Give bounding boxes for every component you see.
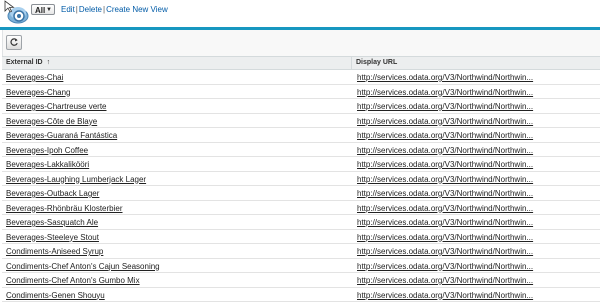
display-url-link[interactable]: http://services.odata.org/V3/Northwind/N… — [357, 146, 533, 155]
create-new-view-link[interactable]: Create New View — [106, 5, 168, 14]
display-url-link[interactable]: http://services.odata.org/V3/Northwind/N… — [357, 160, 533, 169]
table-row: Beverages-Rhönbräu Klosterbier http://ser… — [2, 201, 600, 216]
display-url-link[interactable]: http://services.odata.org/V3/Northwind/N… — [357, 88, 533, 97]
external-id-link[interactable]: Beverages-Ipoh Coffee — [6, 146, 88, 155]
delete-view-link[interactable]: Delete — [79, 5, 102, 14]
view-actions: Edit|Delete|Create New View — [61, 5, 168, 15]
external-id-link[interactable]: Beverages-Laughing Lumberjack Lager — [6, 175, 146, 184]
external-id-link[interactable]: Beverages-Chang — [6, 88, 70, 97]
table-row: Beverages-Chartreuse verte http://service… — [2, 99, 600, 114]
table-row: Condiments-Chef Anton's Gumbo Mix http://… — [2, 273, 600, 288]
external-id-link[interactable]: Beverages-Chartreuse verte — [6, 102, 107, 111]
display-url-link[interactable]: http://services.odata.org/V3/Northwind/N… — [357, 218, 533, 227]
edit-view-link[interactable]: Edit — [61, 5, 75, 14]
table-row: Beverages-Guaraná Fantástica http://servi… — [2, 128, 600, 143]
chevron-down-icon: ▼ — [46, 5, 52, 16]
external-id-link[interactable]: Condiments-Genen Shouyu — [6, 291, 105, 300]
external-id-link[interactable]: Condiments-Aniseed Syrup — [6, 247, 103, 256]
table-row: Beverages-Steeleye Stout http://services.… — [2, 230, 600, 245]
view-select-value: All — [35, 6, 45, 15]
display-url-link[interactable]: http://services.odata.org/V3/Northwind/N… — [357, 117, 533, 126]
external-id-link[interactable]: Beverages-Outback Lager — [6, 189, 99, 198]
refresh-icon — [9, 37, 19, 49]
list-view-toolbar: All ▼ Edit|Delete|Create New View — [0, 0, 600, 27]
external-id-link[interactable]: Beverages-Lakkalikööri — [6, 160, 89, 169]
sort-ascending-icon: ↑ — [47, 59, 51, 66]
table-body: Beverages-Chai http://services.odata.org/… — [2, 70, 600, 302]
view-select-dropdown[interactable]: All ▼ — [31, 4, 55, 15]
display-url-link[interactable]: http://services.odata.org/V3/Northwind/N… — [357, 73, 533, 82]
table-row: Condiments-Genen Shouyu http://services.o… — [2, 288, 600, 302]
table-row: Beverages-Laughing Lumberjack Lager http:… — [2, 172, 600, 187]
display-url-link[interactable]: http://services.odata.org/V3/Northwind/N… — [357, 175, 533, 184]
external-id-link[interactable]: Condiments-Chef Anton's Gumbo Mix — [6, 276, 140, 285]
table-row: Condiments-Aniseed Syrup http://services.… — [2, 244, 600, 259]
external-id-link[interactable]: Condiments-Chef Anton's Cajun Seasoning — [6, 262, 160, 271]
display-url-link[interactable]: http://services.odata.org/V3/Northwind/N… — [357, 291, 533, 300]
table-row: Beverages-Côte de Blaye http://services.o… — [2, 114, 600, 129]
display-url-link[interactable]: http://services.odata.org/V3/Northwind/N… — [357, 276, 533, 285]
display-url-link[interactable]: http://services.odata.org/V3/Northwind/N… — [357, 233, 533, 242]
display-url-link[interactable]: http://services.odata.org/V3/Northwind/N… — [357, 262, 533, 271]
external-data-cloud-icon — [4, 0, 28, 24]
records-table: External ID↑ Display URL Beverages-Chai h… — [2, 56, 600, 302]
table-row: Beverages-Chang http://services.odata.org… — [2, 85, 600, 100]
table-row: Beverages-Lakkalikööri http://services.od… — [2, 157, 600, 172]
table-row: Beverages-Ipoh Coffee http://services.oda… — [2, 143, 600, 158]
table-row: Beverages-Sasquatch Ale http://services.o… — [2, 215, 600, 230]
refresh-button[interactable] — [6, 35, 22, 50]
table-row: Condiments-Chef Anton's Cajun Seasoning h… — [2, 259, 600, 274]
display-url-link[interactable]: http://services.odata.org/V3/Northwind/N… — [357, 204, 533, 213]
display-url-link[interactable]: http://services.odata.org/V3/Northwind/N… — [357, 102, 533, 111]
external-id-link[interactable]: Beverages-Rhönbräu Klosterbier — [6, 204, 123, 213]
table-row: Beverages-Outback Lager http://services.o… — [2, 186, 600, 201]
display-url-link[interactable]: http://services.odata.org/V3/Northwind/N… — [357, 247, 533, 256]
table-header: External ID↑ Display URL — [2, 57, 600, 70]
external-id-link[interactable]: Beverages-Chai — [6, 73, 63, 82]
table-row: Beverages-Chai http://services.odata.org/… — [2, 70, 600, 85]
column-divider — [351, 57, 352, 69]
external-id-link[interactable]: Beverages-Sasquatch Ale — [6, 218, 98, 227]
display-url-link[interactable]: http://services.odata.org/V3/Northwind/N… — [357, 131, 533, 140]
external-id-link[interactable]: Beverages-Côte de Blaye — [6, 117, 97, 126]
column-header-external-id[interactable]: External ID↑ — [6, 59, 50, 66]
column-header-display-url[interactable]: Display URL — [356, 59, 397, 66]
external-id-link[interactable]: Beverages-Guaraná Fantástica — [6, 131, 117, 140]
external-id-link[interactable]: Beverages-Steeleye Stout — [6, 233, 99, 242]
display-url-link[interactable]: http://services.odata.org/V3/Northwind/N… — [357, 189, 533, 198]
